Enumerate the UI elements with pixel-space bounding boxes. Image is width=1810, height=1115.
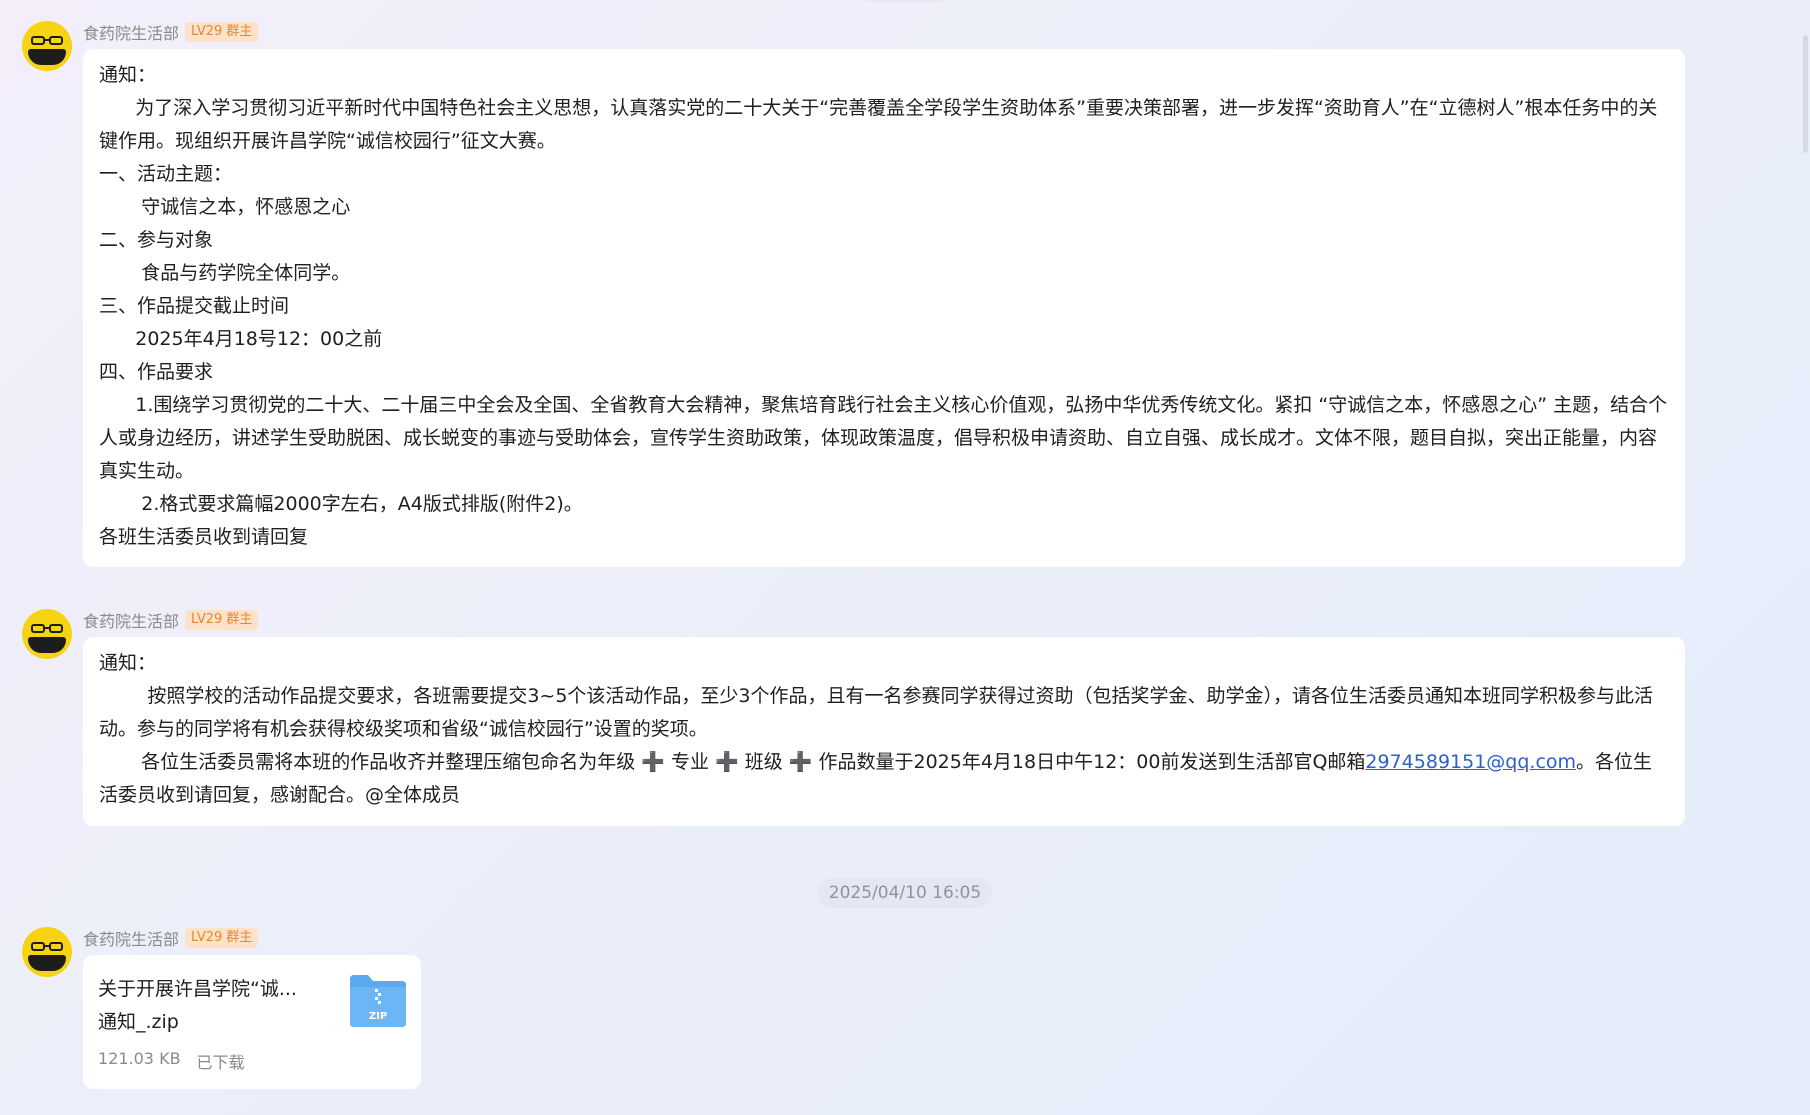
glasses-icon [31, 624, 63, 633]
avatar-mouth [28, 955, 66, 971]
message-text: 各位生活委员需将本班的作品收齐并整理压缩包命名为年级 ➕ 专业 ➕ 班级 ➕ 作… [99, 751, 1366, 773]
message-line: 2.格式要求篇幅2000字左右，A4版式排版(附件2)。 [99, 493, 583, 515]
message-line: 1.围绕学习贯彻党的二十大、二十届三中全会及全国、全省教育大会精神，聚焦培育践行… [99, 394, 1668, 482]
email-link[interactable]: 2974589151@qq.com [1365, 751, 1576, 773]
message-line: 三、作品提交截止时间 [99, 295, 290, 317]
sender-name[interactable]: 食药院生活部 [83, 926, 179, 950]
member-badge: LV29 群主 [185, 610, 259, 630]
scroll-top-indicator [860, 0, 950, 2]
svg-text:ZIP: ZIP [369, 1011, 387, 1022]
message-line: 食品与药学院全体同学。 [99, 262, 351, 284]
message-line: 守诚信之本，怀感恩之心 [99, 196, 351, 218]
glasses-icon [31, 942, 63, 951]
scrollbar-thumb[interactable] [1803, 35, 1808, 153]
avatar[interactable] [22, 609, 72, 659]
glasses-icon [31, 36, 63, 45]
sender-info: 食药院生活部 LV29 群主 [83, 926, 259, 950]
member-badge: LV29 群主 [185, 928, 259, 948]
message-line: 通知： [99, 64, 157, 86]
sender-info: 食药院生活部 LV29 群主 [83, 20, 259, 44]
member-badge: LV29 群主 [185, 22, 259, 42]
chat-message-list[interactable]: 食药院生活部 LV29 群主 通知： 为了深入学习贯彻习近平新时代中国特色社会主… [0, 0, 1800, 1115]
sender-name[interactable]: 食药院生活部 [83, 20, 179, 44]
sender-info: 食药院生活部 LV29 群主 [83, 608, 259, 632]
message-bubble[interactable]: 通知： 按照学校的活动作品提交要求，各班需要提交3~5个该活动作品，至少3个作品… [83, 637, 1685, 826]
file-name-line: 关于开展许昌学院“诚... [98, 978, 297, 1000]
avatar[interactable] [22, 927, 72, 977]
file-name-line: 通知_.zip [98, 1011, 179, 1033]
file-message-card[interactable]: 关于开展许昌学院“诚... 通知_.zip ZIP 121.03 KB 已下载 [83, 955, 421, 1089]
message-line: 四、作品要求 [99, 361, 214, 383]
timestamp-divider: 2025/04/10 16:05 [818, 878, 992, 908]
file-name: 关于开展许昌学院“诚... 通知_.zip [98, 973, 318, 1039]
avatar[interactable] [22, 21, 72, 71]
message-line: 二、参与对象 [99, 229, 214, 251]
file-size: 121.03 KB [98, 1049, 181, 1068]
zip-file-icon: ZIP [350, 975, 406, 1027]
message-line: 一、活动主题： [99, 163, 233, 185]
message-line: 2025年4月18号12：00之前 [99, 328, 383, 350]
download-status: 已下载 [196, 1053, 245, 1072]
message-line: 各班生活委员收到请回复 [99, 526, 309, 548]
message-line: 按照学校的活动作品提交要求，各班需要提交3~5个该活动作品，至少3个作品，且有一… [99, 685, 1654, 740]
scrollbar[interactable] [1800, 0, 1810, 1115]
sender-name[interactable]: 食药院生活部 [83, 608, 179, 632]
message-line: 各位生活委员需将本班的作品收齐并整理压缩包命名为年级 ➕ 专业 ➕ 班级 ➕ 作… [99, 746, 1669, 812]
message-bubble[interactable]: 通知： 为了深入学习贯彻习近平新时代中国特色社会主义思想，认真落实党的二十大关于… [83, 49, 1685, 567]
avatar-mouth [28, 49, 66, 65]
file-meta: 121.03 KB 已下载 [98, 1049, 245, 1073]
message-line: 通知： [99, 652, 157, 674]
avatar-mouth [28, 637, 66, 653]
message-line: 为了深入学习贯彻习近平新时代中国特色社会主义思想，认真落实党的二十大关于“完善覆… [99, 97, 1658, 152]
